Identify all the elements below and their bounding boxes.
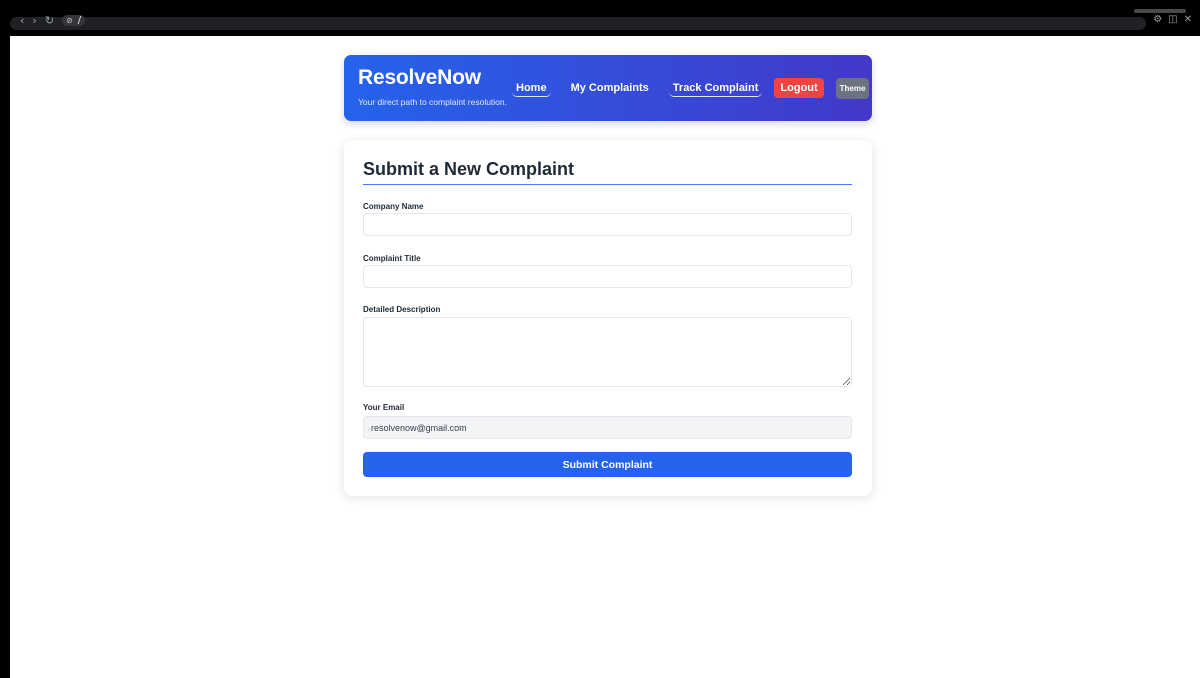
nav-my-complaints-link[interactable]: My Complaints — [567, 80, 653, 96]
sidepanel-icon[interactable]: ◫ — [1168, 14, 1177, 25]
window-drag-handle[interactable] — [1134, 9, 1186, 13]
page-title: Submit a New Complaint — [363, 159, 575, 179]
close-icon[interactable]: ✕ — [1184, 14, 1192, 25]
back-icon[interactable]: ‹ — [20, 14, 24, 27]
site-info-chip[interactable]: ⊘ / — [62, 15, 86, 26]
page-viewport: ResolveNow Your direct path to complaint… — [10, 36, 1200, 678]
url-text[interactable]: / — [78, 15, 81, 26]
brand-logo[interactable]: ResolveNow — [358, 66, 481, 90]
nav-track-complaint-link[interactable]: Track Complaint — [668, 80, 763, 97]
app-header: ResolveNow Your direct path to complaint… — [344, 55, 872, 121]
nav-home-link[interactable]: Home — [512, 80, 551, 97]
main-nav: Home My Complaints Track Complaint Logou… — [512, 77, 870, 99]
submit-complaint-button[interactable]: Submit Complaint — [363, 452, 852, 477]
company-name-label: Company Name — [363, 202, 424, 211]
email-label: Your Email — [363, 403, 405, 412]
forward-icon[interactable]: › — [32, 14, 36, 27]
description-label: Detailed Description — [363, 305, 441, 314]
browser-toolbar: ‹ › ↻ ⊘ / ⚙ ◫ ✕ — [0, 0, 1200, 36]
title-divider — [363, 184, 852, 185]
complaint-title-label: Complaint Title — [363, 254, 421, 263]
complaint-form-card: Submit a New Complaint Company Name Comp… — [344, 140, 872, 496]
extensions-icon[interactable]: ⚙ — [1153, 14, 1162, 25]
email-field[interactable] — [363, 416, 852, 439]
theme-toggle-button[interactable]: Theme — [835, 77, 870, 99]
description-textarea[interactable] — [363, 317, 852, 387]
complaint-title-input[interactable] — [363, 265, 852, 288]
eye-slash-icon: ⊘ — [66, 16, 73, 25]
address-bar[interactable] — [10, 17, 1146, 30]
company-name-input[interactable] — [363, 213, 852, 236]
browser-window-controls: ⚙ ◫ ✕ — [1153, 14, 1192, 25]
brand-tagline: Your direct path to complaint resolution… — [358, 97, 507, 107]
reload-icon[interactable]: ↻ — [45, 14, 54, 27]
browser-nav-controls: ‹ › ↻ ⊘ / — [20, 14, 86, 27]
logout-button[interactable]: Logout — [774, 78, 824, 98]
